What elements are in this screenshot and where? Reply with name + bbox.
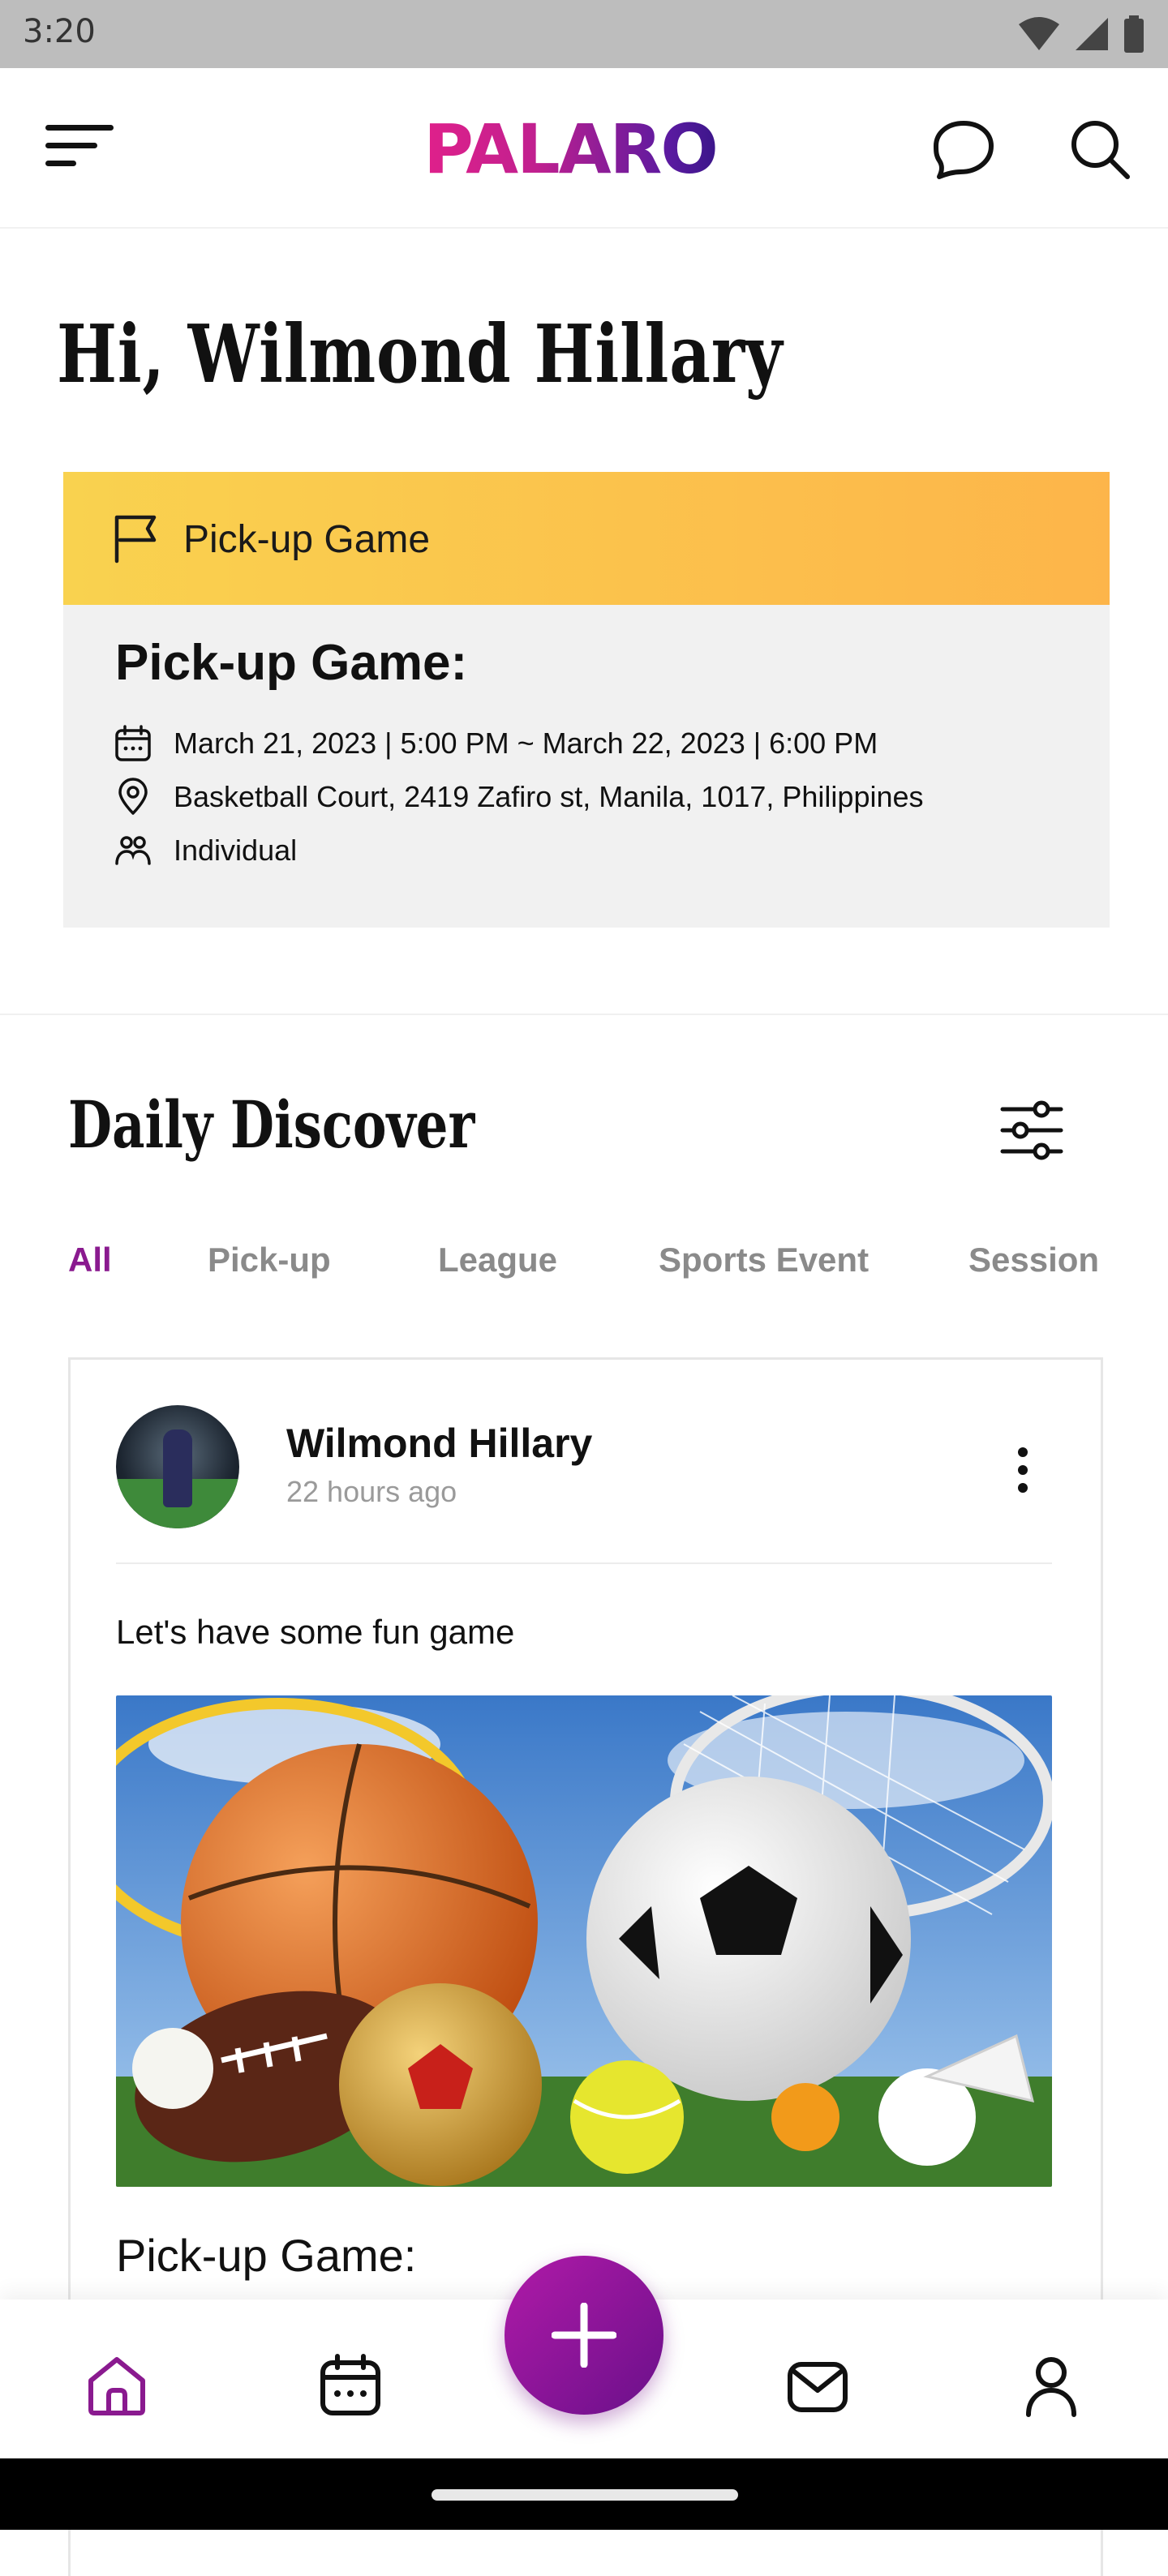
post-author[interactable]: Wilmond Hillary: [286, 1420, 592, 1467]
wifi-icon: [1019, 17, 1059, 50]
more-options-icon[interactable]: [1007, 1444, 1039, 1496]
menu-icon[interactable]: [44, 120, 115, 172]
event-datetime-row: March 21, 2023 | 5:00 PM ~ March 22, 202…: [114, 723, 878, 764]
event-location: Basketball Court, 2419 Zafiro st, Manila…: [174, 780, 924, 813]
tab-session[interactable]: Session: [968, 1241, 1099, 1279]
chat-icon[interactable]: [931, 117, 996, 182]
status-bar: 3:20: [0, 0, 1168, 68]
avatar[interactable]: [116, 1405, 239, 1528]
tab-all[interactable]: All: [68, 1241, 112, 1279]
event-datetime: March 21, 2023 | 5:00 PM ~ March 22, 202…: [174, 727, 878, 760]
post-time: 22 hours ago: [286, 1475, 457, 1508]
featured-event-card[interactable]: Pick-up Game Pick-up Game: March 21, 202…: [63, 472, 1110, 928]
post-event-title: Pick-up Game:: [116, 2230, 417, 2281]
location-pin-icon: [118, 778, 148, 815]
event-title: Pick-up Game:: [115, 635, 468, 691]
post-text: Let's have some fun game: [116, 1613, 515, 1651]
sports-balls-image: [116, 1695, 1052, 2187]
search-icon[interactable]: [1067, 117, 1132, 182]
post-image[interactable]: [116, 1695, 1052, 2187]
event-type-label: Pick-up Game: [183, 518, 431, 561]
battery-icon: [1124, 15, 1144, 53]
home-icon[interactable]: [84, 2353, 149, 2418]
home-gesture-bar[interactable]: [432, 2489, 738, 2501]
discover-title: Daily Discover: [68, 1087, 475, 1163]
tab-sports-event[interactable]: Sports Event: [659, 1241, 869, 1279]
tab-pick-up[interactable]: Pick-up: [208, 1241, 331, 1279]
filter-icon[interactable]: [998, 1096, 1066, 1164]
signal-icon: [1076, 18, 1108, 50]
mail-icon[interactable]: [785, 2353, 850, 2418]
post-divider: [116, 1562, 1052, 1564]
profile-icon[interactable]: [1019, 2353, 1084, 2418]
event-location-row: Basketball Court, 2419 Zafiro st, Manila…: [114, 777, 924, 817]
system-nav-bar: [0, 2458, 1168, 2530]
event-banner: Pick-up Game: [63, 472, 1110, 605]
calendar-icon[interactable]: [318, 2353, 383, 2418]
app-header: PALARO: [0, 68, 1168, 229]
flag-icon: [114, 515, 157, 564]
event-participation-row: Individual: [114, 830, 297, 871]
add-icon: [552, 2303, 616, 2368]
group-icon: [115, 836, 151, 865]
calendar-icon: [115, 725, 151, 761]
status-time: 3:20: [23, 13, 96, 50]
status-icons: [1017, 11, 1145, 57]
tab-league[interactable]: League: [438, 1241, 557, 1279]
section-divider: [0, 1014, 1168, 1015]
greeting: Hi, Wilmond Hillary: [57, 308, 784, 401]
add-button[interactable]: [505, 2256, 663, 2415]
event-participation: Individual: [174, 834, 298, 867]
brand-logo[interactable]: PALARO: [404, 109, 736, 189]
